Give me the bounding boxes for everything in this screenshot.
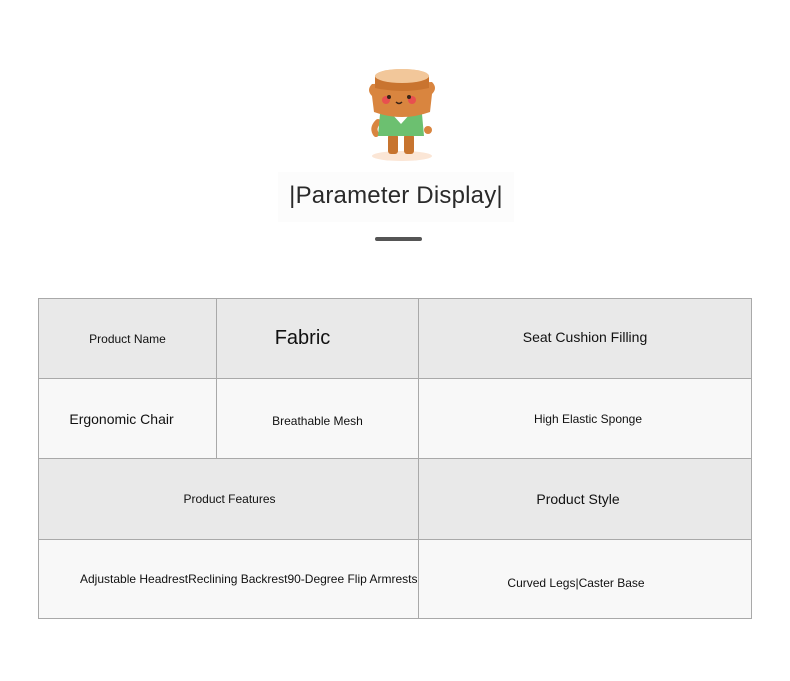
title-divider — [375, 237, 422, 241]
product-name-value: Ergonomic Chair — [38, 378, 217, 459]
filling-value: High Elastic Sponge — [418, 378, 752, 459]
parameter-table: Product Name Fabric Seat Cushion Filling… — [38, 298, 752, 619]
features-value: Adjustable HeadrestReclining Backrest90-… — [38, 539, 419, 619]
style-label: Product Style — [418, 458, 752, 540]
material-detail: Breathable Mesh — [216, 378, 419, 459]
page-title: |Parameter Display| — [278, 172, 514, 222]
filling-label: Seat Cushion Filling — [418, 298, 752, 379]
product-name-label: Product Name — [38, 298, 217, 379]
features-label: Product Features — [38, 458, 419, 540]
tree-stump-mascot-icon — [364, 64, 440, 162]
material-value: Fabric — [216, 298, 419, 379]
style-value: Curved Legs|Caster Base — [418, 539, 752, 619]
